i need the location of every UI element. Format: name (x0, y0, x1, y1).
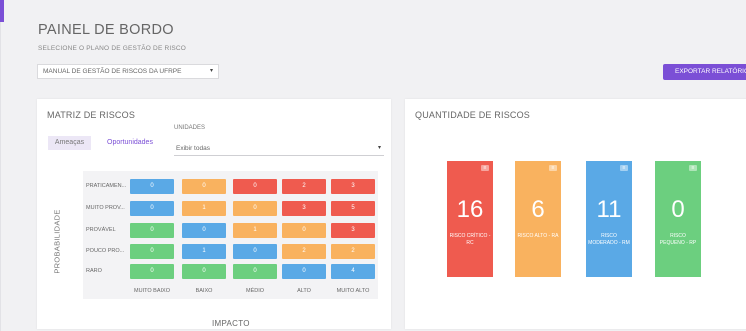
matrix-cell[interactable]: 1 (182, 244, 226, 259)
risk-quantity-title: QUANTIDADE DE RISCOS (415, 110, 531, 120)
risk-tile[interactable]: ≡ 16 RISCO CRÍTICO - RC (447, 161, 493, 277)
risk-count: 16 (456, 196, 484, 223)
risk-level-label: RISCO MODERADO - RM (588, 233, 630, 246)
matrix-cell[interactable]: 0 (130, 179, 174, 194)
matrix-column-label: MUITO ALTO (336, 288, 370, 294)
matrix-cell[interactable]: 0 (182, 179, 226, 194)
matrix-cell[interactable]: 0 (130, 244, 174, 259)
matrix-cell[interactable]: 5 (331, 201, 375, 216)
probability-axis-label: PROBABILIDADE (52, 209, 62, 274)
matrix-cell[interactable]: 0 (282, 264, 326, 279)
matrix-column-label: MUITO BAIXO (134, 288, 170, 294)
chevron-down-icon: ▾ (377, 145, 381, 151)
matrix-cell[interactable]: 2 (331, 244, 375, 259)
left-edge-divider (0, 0, 1, 331)
risk-tile[interactable]: ≡ 11 RISCO MODERADO - RM (586, 161, 632, 277)
report-icon[interactable]: ≡ (481, 165, 489, 171)
risk-quantity-card: QUANTIDADE DE RISCOS ≡ 16 RISCO CRÍTICO - … (405, 99, 746, 329)
risk-count: 11 (596, 196, 622, 223)
report-icon[interactable]: ≡ (620, 165, 628, 171)
matrix-cell[interactable]: 0 (233, 264, 277, 279)
units-select-value: Exibir todas (176, 145, 210, 152)
matrix-cell[interactable]: 0 (182, 264, 226, 279)
matrix-cell[interactable]: 2 (282, 179, 326, 194)
risk-tile[interactable]: ≡ 6 RISCO ALTO - RA (515, 161, 561, 277)
matrix-cell[interactable]: 1 (233, 223, 277, 238)
risk-matrix-title: MATRIZ DE RISCOS (47, 110, 136, 120)
page-title: PAINEL DE BORDO (38, 22, 174, 38)
plan-select[interactable]: MANUAL DE GESTÃO DE RISCOS DA UFRPE ▾ (37, 64, 219, 79)
risk-level-label: RISCO CRÍTICO - RC (449, 233, 491, 246)
matrix-cell[interactable]: 0 (282, 223, 326, 238)
export-report-button[interactable]: EXPORTAR RELATÓRIO (663, 64, 746, 80)
matrix-cell[interactable]: 0 (233, 201, 277, 216)
impact-axis-label: IMPACTO (212, 319, 250, 328)
matrix-cell[interactable]: 2 (282, 244, 326, 259)
risk-tile[interactable]: ≡ 0 RISCO PEQUENO - RP (655, 161, 701, 277)
matrix-cell[interactable]: 0 (130, 264, 174, 279)
matrix-cell[interactable]: 3 (331, 179, 375, 194)
matrix-cell[interactable]: 0 (130, 201, 174, 216)
matrix-cell[interactable]: 3 (282, 201, 326, 216)
risk-count: 0 (671, 196, 685, 223)
plan-select-value: MANUAL DE GESTÃO DE RISCOS DA UFRPE (43, 68, 182, 75)
sidebar-accent (0, 0, 4, 22)
risk-level-label: RISCO PEQUENO - RP (659, 233, 697, 246)
units-label: UNIDADES (174, 125, 206, 131)
matrix-cell[interactable]: 0 (233, 244, 277, 259)
matrix-column-label: ALTO (297, 288, 311, 294)
risk-count: 6 (531, 196, 545, 223)
matrix-cell[interactable]: 3 (331, 223, 375, 238)
tab-threats[interactable]: Ameaças (48, 136, 91, 150)
risk-matrix-card: MATRIZ DE RISCOS Ameaças Oportunidades U… (37, 99, 391, 329)
chevron-down-icon: ▾ (209, 68, 213, 74)
matrix-cell[interactable]: 0 (182, 223, 226, 238)
risk-level-label: RISCO ALTO - RA (517, 233, 559, 239)
matrix-column-label: BAIXO (195, 288, 213, 294)
matrix-column-label: MÉDIO (245, 288, 265, 294)
report-icon[interactable]: ≡ (549, 165, 557, 171)
tab-opportunities[interactable]: Oportunidades (101, 136, 159, 150)
matrix-cell[interactable]: 4 (331, 264, 375, 279)
plan-select-label: SELECIONE O PLANO DE GESTÃO DE RISCO (38, 45, 187, 52)
matrix-cell[interactable]: 1 (182, 201, 226, 216)
matrix-cell[interactable]: 0 (233, 179, 277, 194)
matrix-cell[interactable]: 0 (130, 223, 174, 238)
units-select[interactable]: Exibir todas ▾ (174, 141, 384, 156)
report-icon[interactable]: ≡ (689, 165, 697, 171)
